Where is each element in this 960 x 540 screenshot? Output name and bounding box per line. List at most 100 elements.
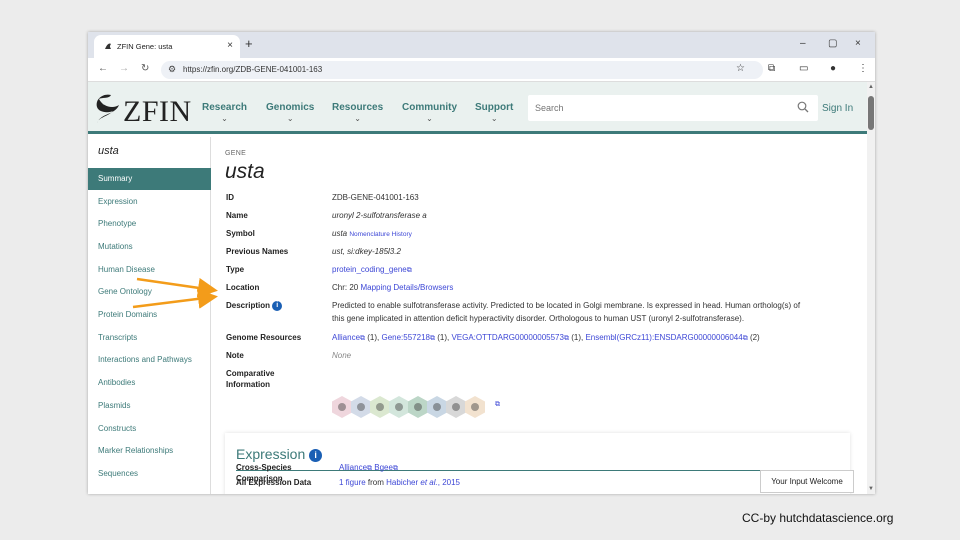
slide-credit: CC-by hutchdatascience.org — [742, 511, 894, 525]
sign-in-link[interactable]: Sign In — [822, 103, 853, 114]
external-link-icon[interactable]: ⧉ — [393, 465, 398, 472]
nav-label: Support — [475, 102, 514, 113]
vega-link[interactable]: VEGA:OTTDARG00000005573 — [451, 333, 564, 342]
scroll-up-icon[interactable]: ▲ — [868, 84, 874, 90]
mapping-details-link[interactable]: Mapping Details/Browsers — [360, 283, 453, 292]
menu-kebab-icon[interactable]: ⋮ — [858, 63, 868, 74]
sidebar-item-constructs[interactable]: Constructs — [88, 418, 211, 440]
zfin-logo[interactable]: ZFIN — [93, 91, 193, 128]
external-link-icon[interactable]: ⧉ — [430, 335, 435, 342]
page-scrollbar[interactable]: ▲ ▼ — [867, 82, 875, 494]
sidebar-item-human-disease[interactable]: Human Disease — [88, 259, 211, 281]
comparative-label-2: Information — [226, 380, 270, 389]
sidebar-item-summary[interactable]: Summary — [88, 168, 211, 190]
description-label-text: Description — [226, 301, 271, 310]
ensembl-link[interactable]: Ensembl(GRCz11):ENSDARG00000006044 — [585, 333, 742, 342]
sidebar-item-protein-domains[interactable]: Protein Domains — [88, 304, 211, 326]
fly-icon[interactable] — [332, 396, 352, 418]
info-icon[interactable]: i — [272, 300, 283, 311]
human-icon[interactable] — [465, 396, 485, 418]
gene-sidebar: usta Summary Expression Phenotype Mutati… — [88, 137, 211, 494]
site-header: ZFIN Research ⌄ Genomics ⌄ Resources ⌄ Comm… — [88, 82, 867, 134]
forward-icon[interactable]: → — [119, 63, 129, 74]
sidebar-item-transcripts[interactable]: Transcripts — [88, 327, 211, 349]
nav-label: Community — [402, 102, 457, 113]
zfin-favicon-icon — [105, 43, 111, 49]
nav-community[interactable]: Community ⌄ — [402, 102, 457, 123]
search-icon[interactable] — [797, 101, 809, 113]
minimize-icon[interactable]: – — [800, 38, 806, 49]
profile-avatar-icon[interactable]: ● — [830, 63, 836, 74]
alliance-link[interactable]: Alliance — [332, 333, 360, 342]
reading-list-icon[interactable]: ▭ — [799, 63, 808, 74]
external-link-icon[interactable]: ⧉ — [360, 335, 365, 342]
extensions-icon[interactable]: ⧉ — [768, 63, 775, 74]
sidebar-item-interactions[interactable]: Interactions and Pathways — [88, 349, 211, 371]
genome-resources-label: Genome Resources — [226, 333, 302, 342]
url-field[interactable]: ⚙ https://zfin.org/ZDB-GENE-041001-163 — [161, 61, 763, 79]
worm-icon[interactable] — [351, 396, 371, 418]
id-label: ID — [226, 193, 234, 202]
cross-species-label-2: Comparison — [236, 474, 283, 483]
frog-icon[interactable] — [389, 396, 409, 418]
name-value: uronyl 2-sulfotransferase a — [332, 211, 427, 220]
back-icon[interactable]: ← — [98, 63, 108, 74]
search-input[interactable] — [528, 95, 788, 121]
scrollbar-thumb[interactable] — [868, 96, 874, 130]
plant-icon[interactable] — [370, 396, 390, 418]
reload-icon[interactable]: ↻ — [141, 63, 149, 74]
external-link-icon[interactable]: ⧉ — [367, 465, 372, 472]
sidebar-item-marker-relationships[interactable]: Marker Relationships — [88, 440, 211, 462]
fish-icon[interactable] — [427, 396, 447, 418]
year-text: , 2015 — [437, 478, 460, 487]
nav-support[interactable]: Support ⌄ — [475, 102, 513, 123]
id-value: ZDB-GENE-041001-163 — [332, 193, 419, 202]
logo-text: ZFIN — [123, 95, 192, 128]
nav-research[interactable]: Research ⌄ — [202, 102, 247, 123]
zebrafish-icon[interactable] — [408, 396, 428, 418]
nav-label: Research — [202, 102, 248, 113]
external-link-icon[interactable]: ⧉ — [495, 401, 500, 409]
symbol-value: usta — [332, 229, 348, 238]
external-link-icon[interactable]: ⧉ — [743, 335, 748, 342]
symbol-row: usta Nomenclature History — [332, 228, 412, 240]
sidebar-item-plasmids[interactable]: Plasmids — [88, 395, 211, 417]
cross-species-label-1: Cross-Species — [236, 463, 292, 472]
type-link[interactable]: protein_coding_gene — [332, 265, 407, 274]
type-row: protein_coding_gene⧉ — [332, 264, 412, 276]
address-bar: ← → ↻ ⚙ https://zfin.org/ZDB-GENE-041001… — [88, 58, 875, 82]
feedback-button[interactable]: Your Input Welcome — [760, 470, 854, 493]
bgee-link[interactable]: Bgee — [374, 463, 393, 472]
close-tab-icon[interactable]: × — [227, 40, 233, 51]
browser-tab[interactable]: ZFIN Gene: usta × — [94, 35, 240, 58]
zebrafish-icon-glyph — [414, 403, 422, 411]
nomenclature-history-link[interactable]: Nomenclature History — [349, 231, 412, 238]
new-tab-button[interactable]: + — [245, 36, 253, 51]
site-info-icon[interactable]: ⚙ — [168, 64, 176, 75]
cross-species-row: Cross-Species Comparison Alliance⧉ Bgee⧉ — [225, 459, 425, 494]
ncbi-gene-link[interactable]: Gene:557218 — [381, 333, 430, 342]
mouse-icon[interactable] — [446, 396, 466, 418]
sidebar-item-sequences[interactable]: Sequences — [88, 463, 211, 485]
close-window-icon[interactable]: × — [855, 38, 861, 49]
external-link-icon[interactable]: ⧉ — [564, 335, 569, 342]
tab-bar: ZFIN Gene: usta × + – ▢ × — [88, 32, 875, 58]
section-label: GENE — [225, 150, 247, 157]
sidebar-item-antibodies[interactable]: Antibodies — [88, 372, 211, 394]
sidebar-item-gene-ontology[interactable]: Gene Ontology — [88, 281, 211, 303]
nav-genomics[interactable]: Genomics ⌄ — [266, 102, 314, 123]
description-line-2: this gene implicated in attention defici… — [332, 314, 745, 323]
alliance-link[interactable]: Alliance — [339, 463, 367, 472]
sidebar-item-expression[interactable]: Expression — [88, 191, 211, 213]
restore-icon[interactable]: ▢ — [828, 38, 837, 49]
external-link-icon[interactable]: ⧉ — [407, 267, 412, 274]
gene-summary: GENE usta ID ZDB-GENE-041001-163 Name ur… — [225, 137, 865, 494]
bookmark-star-icon[interactable]: ☆ — [736, 63, 745, 74]
nav-resources[interactable]: Resources ⌄ — [332, 102, 383, 123]
resource-count: (1), — [437, 333, 450, 342]
sidebar-item-mutations[interactable]: Mutations — [88, 236, 211, 258]
sidebar-item-phenotype[interactable]: Phenotype — [88, 213, 211, 235]
scroll-down-icon[interactable]: ▼ — [868, 486, 874, 492]
type-label: Type — [226, 265, 245, 274]
description-label: Description i — [226, 300, 283, 311]
